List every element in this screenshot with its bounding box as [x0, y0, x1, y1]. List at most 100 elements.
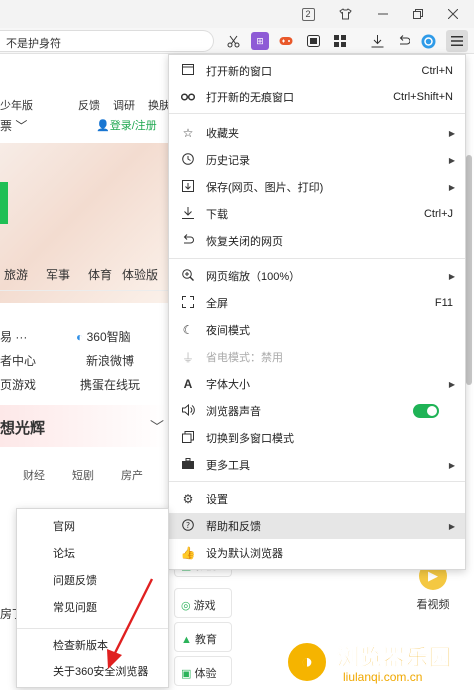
browser-main-menu: 打开新的窗口 Ctrl+N 打开新的无痕窗口 Ctrl+Shift+N ☆ 收藏… — [168, 54, 466, 570]
watermark-logo-icon: ◑ — [285, 640, 329, 684]
headline[interactable]: 想光辉 — [0, 417, 45, 438]
site-link-egg[interactable]: 携蛋在线玩 — [80, 376, 140, 393]
submenu-item-website[interactable]: 官网 — [17, 514, 168, 538]
banner-accent — [0, 182, 8, 224]
quick-link-game[interactable]: ◎ 游戏 — [174, 588, 232, 618]
site-link[interactable]: 者中心 — [0, 352, 36, 369]
skin-link[interactable]: 换肤 — [148, 97, 170, 113]
browser-toolbar: 不是护身符 ⊞ — [0, 28, 474, 54]
menu-item-history[interactable]: 历史记录 ▶ — [169, 147, 465, 173]
font-size-icon: A — [183, 377, 193, 391]
close-icon[interactable] — [442, 3, 464, 25]
tshirt-icon[interactable] — [334, 3, 356, 25]
reader-icon[interactable] — [304, 32, 322, 50]
chevron-down-icon[interactable]: ﹀ — [150, 417, 164, 437]
incognito-icon — [179, 90, 197, 104]
thumbs-up-icon: 👍 — [180, 546, 196, 560]
menu-label: 夜间模式 — [206, 325, 250, 337]
quick-link-education[interactable]: ▲ 教育 — [174, 622, 232, 652]
site-link-360ai-label: 360智脑 — [86, 330, 131, 344]
chevron-right-icon: ▶ — [448, 271, 455, 281]
menu-item-help[interactable]: ? 帮助和反馈 ▶ — [169, 513, 465, 539]
login-label: 登录/注册 — [109, 120, 157, 132]
menu-item-restore-closed[interactable]: 恢复关闭的网页 — [169, 228, 465, 254]
menu-label: 切换到多窗口模式 — [206, 433, 294, 445]
youth-version-link[interactable]: 少年版 — [0, 97, 33, 113]
360-browser-icon[interactable] — [419, 32, 437, 50]
chevron-down-icon: ﹀ — [15, 119, 28, 133]
menu-label: 设为默认浏览器 — [206, 548, 283, 560]
nav-sports[interactable]: 体育 — [88, 266, 112, 283]
scissors-icon[interactable] — [224, 32, 242, 50]
calculator-icon[interactable]: ⊞ — [251, 32, 269, 50]
site-link-weibo[interactable]: 新浪微博 — [86, 352, 134, 369]
apps-grid-icon[interactable] — [331, 32, 349, 50]
site-link[interactable]: 页游戏 — [0, 376, 36, 393]
sound-toggle[interactable] — [413, 404, 439, 418]
watch-video-label: 看视频 — [416, 599, 450, 611]
settings-icon: ⚙ — [182, 492, 194, 506]
quick-link-experience[interactable]: ▣ 体验 — [174, 656, 232, 686]
gamepad-icon[interactable] — [277, 32, 295, 50]
menu-item-more-tools[interactable]: 更多工具 ▶ — [169, 452, 465, 478]
restore-icon[interactable] — [407, 3, 429, 25]
category-shortdrama[interactable]: 短剧 — [72, 467, 94, 483]
svg-text:?: ? — [186, 521, 190, 530]
undo-icon[interactable] — [394, 32, 412, 50]
site-link-360ai[interactable]: ◐ 360智脑 — [76, 328, 131, 345]
menu-label: 更多工具 — [206, 460, 250, 472]
restore-tab-icon — [179, 234, 197, 248]
menu-shortcut: Ctrl+N — [421, 65, 453, 77]
hamburger-menu-icon[interactable] — [446, 30, 468, 52]
menu-item-incognito[interactable]: 打开新的无痕窗口 Ctrl+Shift+N — [169, 84, 465, 110]
menu-item-sound[interactable]: 浏览器声音 — [169, 398, 465, 424]
login-link[interactable]: 👤登录/注册 — [96, 117, 157, 133]
chevron-right-icon: ▶ — [448, 460, 455, 470]
menu-item-zoom[interactable]: 网页缩放（100%） ▶ — [169, 263, 465, 289]
menu-item-default-browser[interactable]: 👍 设为默认浏览器 — [169, 540, 465, 566]
chevron-right-icon: ▶ — [448, 182, 455, 192]
address-bar[interactable]: 不是护身符 — [0, 30, 214, 52]
menu-item-font-size[interactable]: A 字体大小 ▶ — [169, 371, 465, 397]
favorites-icon: ☆ — [182, 126, 194, 140]
category-realestate[interactable]: 房产 — [121, 467, 143, 483]
feedback-link[interactable]: 反馈 — [78, 97, 100, 113]
nav-travel[interactable]: 旅游 — [4, 266, 28, 283]
survey-link[interactable]: 调研 — [113, 97, 135, 113]
ticket-dropdown[interactable]: 票 ﹀ — [0, 117, 27, 134]
download-icon[interactable] — [368, 32, 386, 50]
menu-item-new-window[interactable]: 打开新的窗口 Ctrl+N — [169, 58, 465, 84]
nav-military[interactable]: 军事 — [46, 266, 70, 283]
menu-item-favorites[interactable]: ☆ 收藏夹 ▶ — [169, 120, 465, 146]
ticket-label: 票 — [0, 119, 13, 133]
night-mode-icon: ☾ — [182, 323, 194, 337]
minimize-icon[interactable] — [372, 3, 394, 25]
menu-label: 字体大小 — [206, 379, 250, 391]
watermark-title: 浏览器乐园 — [337, 645, 453, 671]
menu-item-multi-window[interactable]: 切换到多窗口模式 — [169, 425, 465, 451]
volume-icon — [179, 403, 197, 419]
quick-link-game-label: 游戏 — [193, 600, 216, 612]
annotation-arrow — [107, 578, 154, 669]
page-scrollbar[interactable] — [466, 155, 472, 385]
menu-label: 全屏 — [206, 298, 228, 310]
menu-label: 收藏夹 — [206, 128, 239, 140]
menu-item-settings[interactable]: ⚙ 设置 — [169, 486, 465, 512]
menu-item-fullscreen[interactable]: 全屏 F11 — [169, 290, 465, 316]
site-link[interactable]: 易 ··· — [0, 328, 27, 345]
menu-item-download[interactable]: 下载 Ctrl+J — [169, 201, 465, 227]
help-icon: ? — [179, 518, 197, 534]
tab-count-button[interactable]: 2 — [297, 3, 319, 25]
title-bar: 2 — [0, 0, 474, 28]
menu-divider — [169, 113, 465, 114]
fullscreen-icon — [179, 295, 197, 311]
menu-shortcut: F11 — [434, 297, 453, 309]
toolbox-icon — [179, 458, 197, 472]
menu-item-night-mode[interactable]: ☾ 夜间模式 — [169, 317, 465, 343]
menu-item-save[interactable]: 保存(网页、图片、打印) ▶ — [169, 174, 465, 200]
submenu-item-forum[interactable]: 论坛 — [17, 541, 168, 565]
download-icon — [179, 206, 197, 222]
category-finance[interactable]: 财经 — [23, 467, 45, 483]
menu-label: 省电模式：禁用 — [206, 352, 283, 364]
nav-beta[interactable]: 体验版 — [122, 266, 158, 283]
